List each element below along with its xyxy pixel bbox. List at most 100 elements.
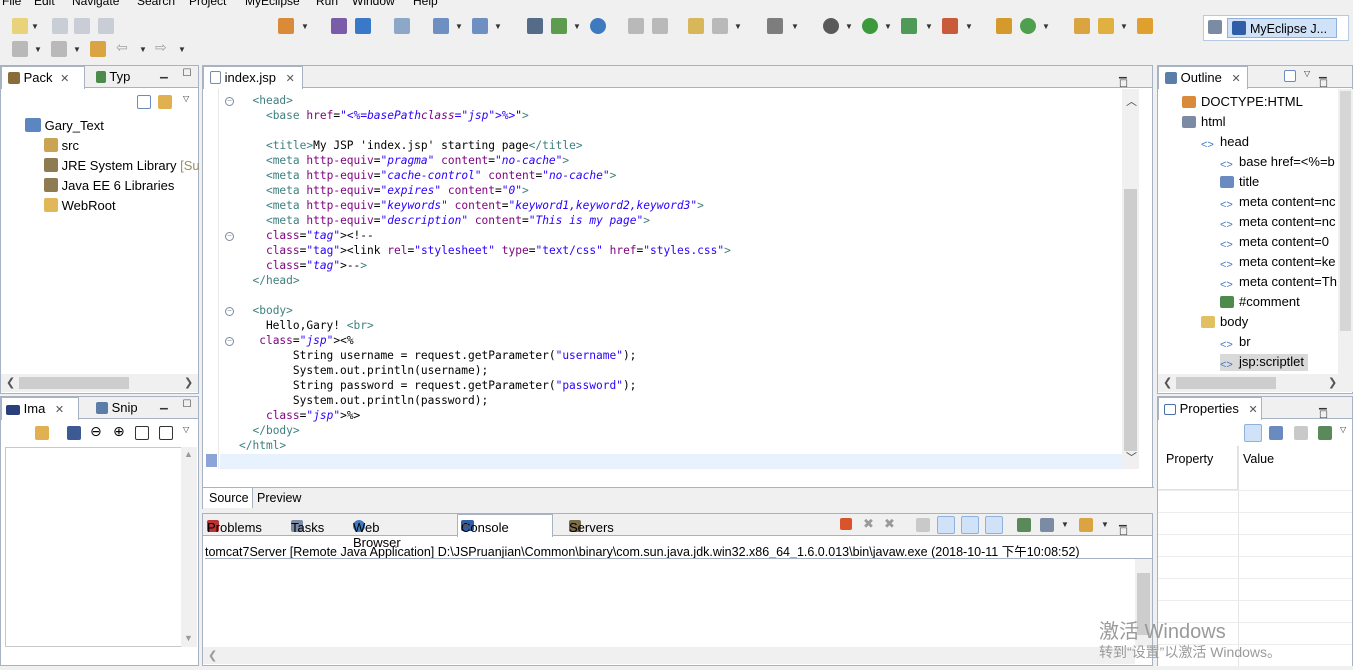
close-icon[interactable]: ✕	[461, 520, 470, 533]
myeclipse-icon[interactable]	[278, 18, 294, 34]
tab-source[interactable]: Source	[203, 488, 253, 508]
outline-item[interactable]: <> meta content=Th	[1220, 274, 1337, 291]
outline-horizontal-scrollbar[interactable]: ❮ ❯	[1158, 374, 1353, 392]
chevron-down-icon[interactable]: ▼	[301, 22, 309, 31]
code-line[interactable]: </body>	[239, 424, 299, 437]
code-line[interactable]: class="tag"><!--	[239, 229, 374, 242]
next-annotation-icon[interactable]	[12, 41, 28, 57]
export-icon[interactable]	[551, 18, 567, 34]
code-line[interactable]: class="tag"><link rel="stylesheet" type=…	[239, 244, 731, 257]
show-stderr-icon[interactable]	[985, 516, 1003, 534]
outline-item[interactable]: title	[1220, 174, 1259, 189]
run-config-icon[interactable]	[901, 18, 917, 34]
display-console-icon[interactable]	[1040, 518, 1054, 532]
code-line[interactable]: Hello,Gary! <br>	[239, 319, 374, 332]
scroll-up-icon[interactable]: ︿	[1126, 93, 1137, 109]
server-icon[interactable]	[394, 18, 410, 34]
tree-item-webroot[interactable]: WebRoot	[44, 198, 116, 213]
tab-type-hierarchy[interactable]: Typ	[93, 66, 148, 88]
package-icon[interactable]	[355, 18, 371, 34]
tab-snippets[interactable]: Snip	[93, 397, 148, 419]
code-line[interactable]: System.out.println(username);	[239, 364, 488, 377]
camera-icon[interactable]	[767, 18, 783, 34]
view-menu-icon[interactable]: ▽	[1304, 69, 1310, 78]
save-all-icon[interactable]	[74, 18, 90, 34]
scroll-left-icon[interactable]: ❮	[1163, 376, 1172, 389]
fold-toggle-head[interactable]: −	[225, 97, 234, 106]
scroll-thumb[interactable]	[19, 377, 129, 389]
menu-myeclipse[interactable]: MyEclipse	[245, 0, 300, 8]
console-horizontal-scrollbar[interactable]: ❮	[203, 647, 1135, 664]
tool6-icon[interactable]	[712, 18, 728, 34]
code-line[interactable]: <head>	[239, 94, 292, 107]
menu-edit[interactable]: Edit	[34, 0, 55, 8]
chevron-down-icon[interactable]: ▼	[965, 22, 973, 31]
minimize-maximize-icon[interactable]: ▁ ☐	[1119, 516, 1152, 538]
forward-icon[interactable]: ⇨	[155, 39, 167, 56]
code-line[interactable]: class="jsp"><%	[239, 334, 353, 347]
chevron-down-icon[interactable]: ▼	[1120, 22, 1128, 31]
scroll-left-icon[interactable]: ❮	[6, 376, 15, 389]
close-icon[interactable]: ✕	[1249, 404, 1258, 416]
tool3-icon[interactable]	[628, 18, 644, 34]
open-folder-icon[interactable]	[1137, 18, 1153, 34]
fold-toggle-comment[interactable]: −	[225, 232, 234, 241]
restore-default-icon[interactable]	[1294, 426, 1308, 440]
remove-launch-icon[interactable]: ✖	[863, 516, 874, 532]
code-line[interactable]: <meta http-equiv="description" content="…	[239, 214, 650, 227]
minimize-maximize-icon[interactable]: ▁ ☐	[1319, 399, 1352, 421]
tab-image-preview[interactable]: Ima ✕	[1, 397, 79, 420]
clear-console-icon[interactable]	[916, 518, 930, 532]
column-value[interactable]: Value	[1243, 452, 1274, 466]
wizard-icon[interactable]	[433, 18, 449, 34]
view-menu-icon[interactable]: ▽	[183, 94, 189, 103]
tab-index-jsp[interactable]: index.jsp ✕	[203, 66, 303, 89]
view-menu-icon[interactable]: ▽	[183, 425, 189, 434]
actual-size-icon[interactable]	[135, 426, 149, 440]
fold-toggle-body[interactable]: −	[225, 307, 234, 316]
show-advanced-icon[interactable]	[1269, 426, 1283, 440]
chevron-down-icon[interactable]: ▼	[845, 22, 853, 31]
chevron-down-icon[interactable]: ▼	[1042, 22, 1050, 31]
outline-vertical-scrollbar[interactable]	[1338, 89, 1353, 374]
scroll-down-icon[interactable]: ▼	[184, 633, 193, 643]
outline-item[interactable]: <> jsp:scriptlet	[1220, 354, 1309, 371]
tool4-icon[interactable]	[652, 18, 668, 34]
minimize-maximize-icon[interactable]: ▁ ☐	[160, 399, 197, 410]
chevron-down-icon[interactable]: ▼	[73, 45, 81, 54]
code-line[interactable]: </html>	[239, 439, 286, 452]
link-icon[interactable]	[35, 426, 49, 440]
menu-project[interactable]: Project	[189, 0, 226, 8]
vertical-scrollbar[interactable]: ▲ ▼	[181, 447, 197, 647]
code-line[interactable]: <base href="<%=basePathclass="jsp">%>">	[239, 109, 529, 122]
collapse-all-icon[interactable]	[1284, 70, 1296, 82]
tree-item-javaee[interactable]: Java EE 6 Libraries	[44, 178, 174, 193]
back-icon[interactable]: ⇦	[116, 39, 128, 56]
minimize-maximize-icon[interactable]: ▁ ☐	[160, 68, 197, 79]
deploy-icon[interactable]	[331, 18, 347, 34]
outline-item[interactable]: #comment	[1220, 294, 1300, 309]
scroll-right-icon[interactable]: ❯	[184, 376, 193, 389]
chevron-down-icon[interactable]: ▼	[455, 22, 463, 31]
chevron-down-icon[interactable]: ▼	[34, 45, 42, 54]
chevron-down-icon[interactable]: ▼	[178, 45, 186, 54]
zoom-out-icon[interactable]: ⊖	[90, 423, 102, 440]
new-package-icon[interactable]	[1020, 18, 1036, 34]
chevron-down-icon[interactable]: ▼	[1101, 520, 1109, 529]
tab-outline[interactable]: Outline ✕	[1158, 66, 1248, 89]
pin-icon[interactable]	[1318, 426, 1332, 440]
code-line[interactable]: <meta http-equiv="keywords" content="key…	[239, 199, 704, 212]
fold-toggle-scriptlet[interactable]: −	[225, 337, 234, 346]
chevron-down-icon[interactable]: ▼	[734, 22, 742, 31]
prev-annotation-icon[interactable]	[51, 41, 67, 57]
outline-item[interactable]: <> meta content=nc	[1220, 214, 1335, 231]
outline-item[interactable]: <> br	[1220, 334, 1251, 351]
open-type-icon[interactable]	[1074, 18, 1090, 34]
globe-icon[interactable]	[590, 18, 606, 34]
search-icon[interactable]	[1098, 18, 1114, 34]
code-line[interactable]: class="jsp">%>	[239, 409, 360, 422]
open-perspective-icon[interactable]	[1208, 20, 1222, 34]
menu-window[interactable]: Window	[352, 0, 395, 8]
close-icon[interactable]: ✕	[55, 404, 64, 416]
scroll-up-icon[interactable]: ▲	[184, 449, 193, 459]
